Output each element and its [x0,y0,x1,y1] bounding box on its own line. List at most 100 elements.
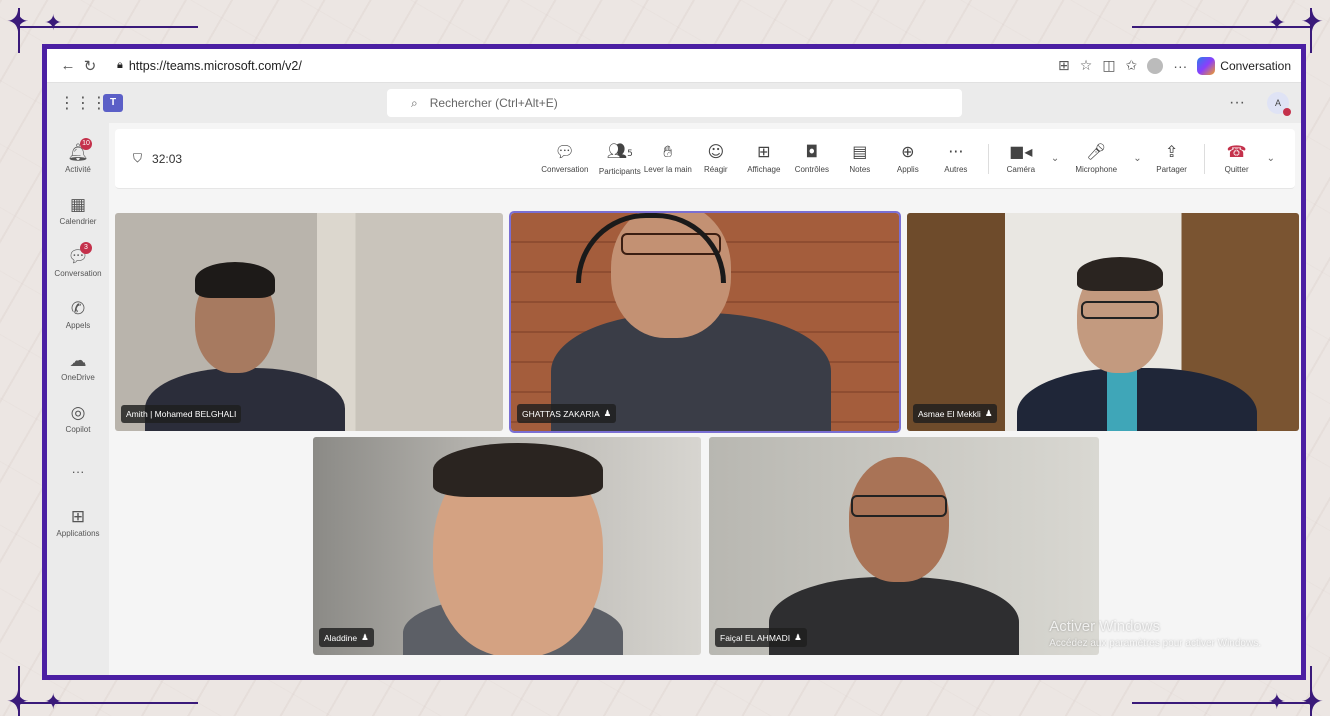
leave-button[interactable]: ☎ Quitter [1213,142,1261,175]
shield-icon: ⛉ [133,151,143,165]
activity-badge: 10 [80,138,92,150]
rail-item-calls[interactable]: ✆ Appels [47,289,109,341]
participant-name: GHATTAS ZAKARIA [522,408,600,419]
participant-nameplate: Amith | Mohamed BELGHALI [121,405,242,423]
rail-item-copilot[interactable]: ◎ Copilot [47,393,109,445]
profile-icon[interactable] [1147,57,1164,74]
share-button[interactable]: ⇪ Partager [1148,142,1196,175]
favorites-icon[interactable]: ✩ [1126,57,1138,74]
participants-button[interactable]: 👥︎5 Participants [596,140,644,176]
camera-options-chevron-icon[interactable]: ⌄ [1051,153,1059,164]
address-bar[interactable]: 🔒︎ https://teams.microsoft.com/v2/ [107,56,312,76]
rail-item-calendar[interactable]: ▦ Calendrier [47,185,109,237]
participant-nameplate: GHATTAS ZAKARIA ♟ [517,404,617,423]
video-tile-mekkli[interactable]: Asmae El Mekkli ♟ [907,213,1299,431]
video-tile-ghattas[interactable]: GHATTAS ZAKARIA ♟ [509,211,901,433]
rail-label: Conversation [54,269,102,278]
rail-item-chat[interactable]: 💬︎ 3 Conversation [47,237,109,289]
react-button[interactable]: ☺ Réagir [692,142,740,175]
rail-item-more[interactable]: ··· [47,445,109,497]
browser-actions: ⊞ ☆ ◫ ✩ ··· Conversation [1058,56,1291,75]
user-initials: A [1274,98,1281,108]
url-text: https://teams.microsoft.com/v2/ [128,58,302,73]
rail-item-onedrive[interactable]: ☁ OneDrive [47,341,109,393]
participant-nameplate: Asmae El Mekkli ♟ [913,404,998,423]
meeting-toolbar: ⛉ 32:03 💬︎ Conversation 👥︎5 Participants… [115,129,1295,189]
view-button[interactable]: ⊞ Affichage [740,142,788,175]
participant-name: Faiçal EL AHMADI [720,632,791,643]
watermark-title: Activer Windows [1049,618,1161,635]
meeting-stage: ⛉ 32:03 💬︎ Conversation 👥︎5 Participants… [109,123,1301,675]
apps-button[interactable]: ⊕ Applis [884,142,932,175]
browser-toolbar: ← ↻ 🔒︎ https://teams.microsoft.com/v2/ ⊞… [47,49,1301,83]
back-arrow-icon[interactable]: ← [57,57,79,74]
controls-icon: ◘ [805,142,819,161]
windows-activation-watermark: Activer Windows Accédez aux paramètres p… [1049,618,1261,649]
participant-status-icon: ♟ [794,632,802,642]
presence-dot [1283,108,1291,116]
rail-label: Applications [56,529,100,538]
share-screen-icon: ⇪ [1164,142,1179,161]
favorite-star-icon[interactable]: ☆ [1080,57,1093,74]
watermark-subtitle: Accédez aux paramètres pour activer Wind… [1049,638,1261,649]
search-placeholder: Rechercher (Ctrl+Alt+E) [429,96,558,110]
participant-name: Amith | Mohamed BELGHALI [126,409,237,419]
search-icon: ⌕ [411,95,418,110]
browser-menu-icon[interactable]: ··· [1173,58,1187,74]
notes-button[interactable]: ▤ Notes [836,143,884,175]
raise-hand-button[interactable]: ✋︎ Lever la main [644,142,692,175]
teams-logo-icon: T [103,94,123,112]
more-actions-button[interactable]: ··· Autres [932,142,980,175]
participant-name: Aladdine [324,632,358,643]
meeting-controls: 💬︎ Conversation 👥︎5 Participants ✋︎ Leve… [534,140,1281,176]
settings-more-icon[interactable]: ··· [1229,94,1245,112]
rail-label: Activité [65,165,91,174]
participant-status-icon: ♟ [361,632,369,642]
chat-bubble-icon: 💬︎ [554,142,575,161]
search-input[interactable]: ⌕ Rechercher (Ctrl+Alt+E) [387,89,962,117]
rail-item-activity[interactable]: 🔔︎ 10 Activité [47,133,109,185]
smiley-icon: ☺ [707,142,725,161]
video-tile-elahmadi[interactable]: Faiçal EL AHMADI ♟ [709,437,1099,655]
people-icon: 👥︎5 [606,140,633,160]
microphone-button[interactable]: 🎤︎ Microphone [1065,142,1127,175]
participant-nameplate: Faiçal EL AHMADI ♟ [715,628,807,647]
chat-button[interactable]: 💬︎ Conversation [534,142,596,175]
apps-icon: ⊞ [70,507,86,527]
microphone-icon: 🎤︎ [1086,142,1107,161]
rail-item-apps[interactable]: ⊞ Applications [47,497,109,549]
toolbar-divider [987,143,989,174]
rail-label: Calendrier [59,217,97,226]
camera-button[interactable]: ■◂ Caméra [997,142,1045,175]
grid-view-icon: ⊞ [757,142,771,161]
microphone-options-chevron-icon[interactable]: ⌄ [1133,153,1141,164]
lock-icon: 🔒︎ [117,59,123,71]
calendar-icon: ▦ [69,195,87,215]
rail-label: Appels [65,321,91,330]
hang-up-icon: ☎ [1226,142,1247,161]
hand-icon: ✋︎ [663,142,673,161]
video-tile-belghali[interactable]: Amith | Mohamed BELGHALI [115,213,503,431]
app-launcher-icon[interactable]: ⋮⋮⋮ [59,93,107,113]
user-avatar[interactable]: A [1267,92,1291,116]
ellipsis-icon: ··· [948,142,964,161]
toolbar-divider [1203,143,1205,174]
screenshot-frame: ← ↻ 🔒︎ https://teams.microsoft.com/v2/ ⊞… [42,44,1306,680]
leave-options-chevron-icon[interactable]: ⌄ [1267,153,1275,164]
phone-icon: ✆ [70,299,86,319]
video-tile-aladdine[interactable]: Aladdine ♟ [313,437,701,655]
meeting-timer: ⛉ 32:03 [133,151,182,166]
timer-value: 32:03 [152,151,183,166]
app-rail: 🔔︎ 10 Activité ▦ Calendrier 💬︎ 3 Convers… [47,123,109,675]
controls-button[interactable]: ◘ Contrôles [788,142,836,175]
split-screen-icon[interactable]: ◫ [1102,57,1115,74]
rail-label: Copilot [65,425,91,434]
chat-badge: 3 [80,242,92,254]
copilot-button[interactable]: Conversation [1197,56,1291,75]
participant-name: Asmae El Mekkli [918,408,981,419]
app-available-icon[interactable]: ⊞ [1058,57,1070,74]
copilot-logo-icon [1197,56,1216,75]
video-camera-icon: ■◂ [1009,142,1033,161]
reload-icon[interactable]: ↻ [79,57,101,75]
add-app-icon: ⊕ [901,142,915,161]
